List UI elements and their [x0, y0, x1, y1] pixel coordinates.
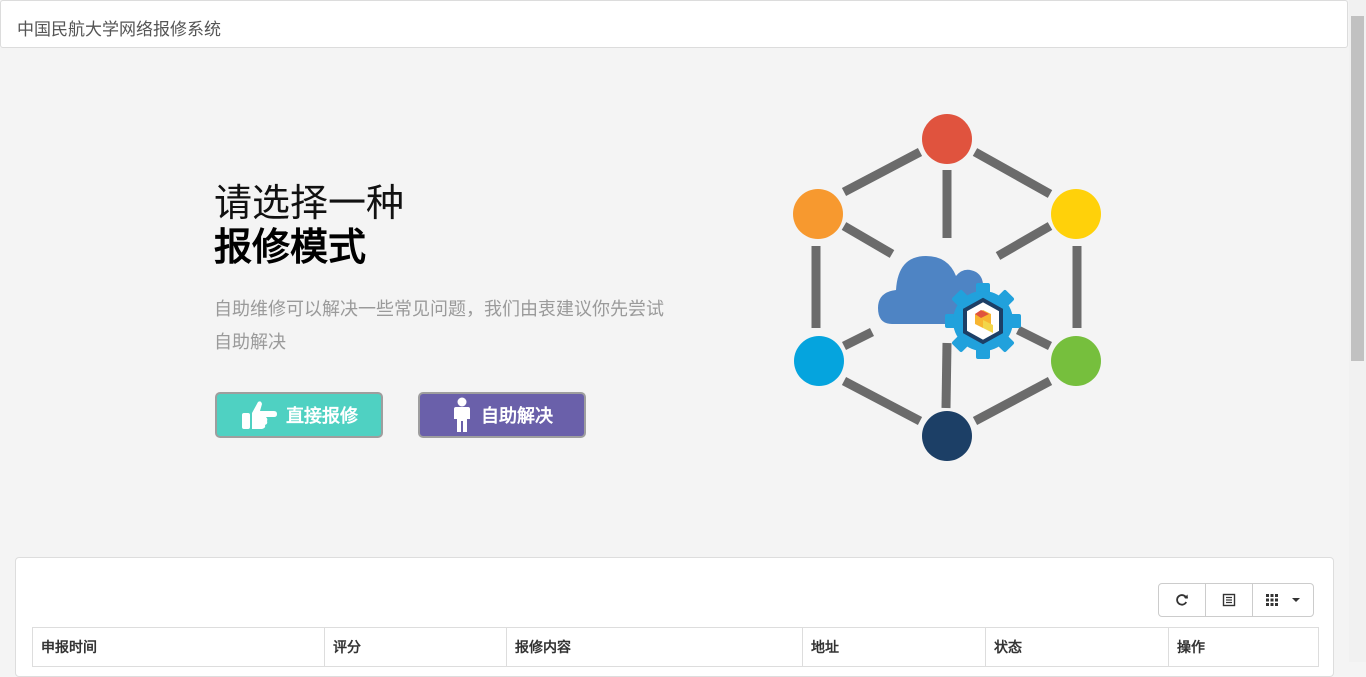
page-scrollbar[interactable] [1349, 0, 1366, 662]
direct-repair-label: 直接报修 [286, 406, 358, 427]
app-title[interactable]: 中国民航大学网络报修系统 [17, 15, 221, 40]
node-blue [794, 336, 844, 386]
hero-description: 自助维修可以解决一些常见问题，我们由衷建议你先尝试自助解决 [214, 299, 664, 353]
columns-dropdown-button[interactable] [1252, 583, 1314, 617]
refresh-icon [1176, 594, 1188, 606]
table-header-row: 申报时间 评分 报修内容 地址 状态 操作 [32, 627, 1319, 667]
direct-repair-button[interactable]: 直接报修 [215, 392, 383, 438]
toggle-view-button[interactable] [1205, 583, 1253, 617]
column-header-rating[interactable]: 评分 [324, 627, 507, 667]
caret-down-icon [1292, 598, 1300, 602]
network-illustration [793, 114, 1101, 461]
node-red [922, 114, 972, 164]
column-header-date[interactable]: 申报时间 [32, 627, 325, 667]
node-green [1051, 336, 1101, 386]
thumbs-pointing-icon [240, 399, 278, 431]
refresh-button[interactable] [1158, 583, 1206, 617]
hero-headline-line2: 报修模式 [214, 225, 367, 269]
column-header-actions[interactable]: 操作 [1168, 627, 1319, 667]
top-navbar: 中国民航大学网络报修系统 [0, 0, 1348, 48]
node-orange [793, 189, 843, 239]
repair-records-panel: 申报时间 评分 报修内容 地址 状态 操作 [15, 557, 1334, 677]
column-header-content[interactable]: 报修内容 [506, 627, 803, 667]
node-yellow [1051, 189, 1101, 239]
node-navy [922, 411, 972, 461]
scrollbar-thumb[interactable] [1351, 16, 1364, 361]
self-service-label: 自助解决 [481, 406, 553, 427]
gear-icon [945, 283, 1021, 359]
self-service-button[interactable]: 自助解决 [418, 392, 586, 438]
table-toolbar [1158, 583, 1314, 617]
records-table: 申报时间 评分 报修内容 地址 状态 操作 [32, 627, 1319, 667]
columns-icon [1266, 594, 1278, 606]
person-icon [451, 397, 473, 433]
column-header-address[interactable]: 地址 [802, 627, 986, 667]
column-header-status[interactable]: 状态 [985, 627, 1169, 667]
toggle-view-icon [1222, 593, 1236, 607]
